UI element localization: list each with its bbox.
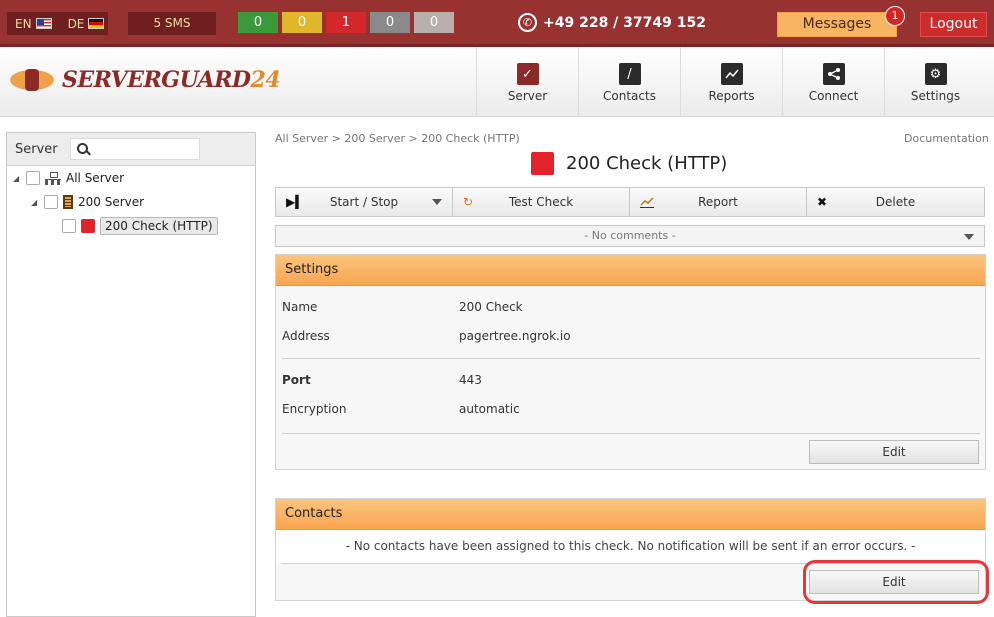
checkbox[interactable] xyxy=(44,195,58,209)
port-value: 443 xyxy=(459,373,482,387)
status-counter-warning[interactable]: 0 xyxy=(282,12,322,33)
contacts-empty-message: - No contacts have been assigned to this… xyxy=(345,539,916,553)
chevron-down-icon[interactable] xyxy=(432,199,442,205)
nav-settings-label: Settings xyxy=(910,89,961,103)
test-check-button[interactable]: ↻ Test Check xyxy=(453,188,630,216)
app-header: SERVERGUARD24 ✓ Server / Contacts Report… xyxy=(0,47,994,117)
documentation-link[interactable]: Documentation xyxy=(904,132,989,145)
breadcrumb[interactable]: All Server > 200 Server > 200 Check (HTT… xyxy=(275,132,520,145)
gear-icon: ⚙ xyxy=(924,63,947,85)
comments-dropdown[interactable]: - No comments - xyxy=(275,225,985,247)
comments-text: - No comments - xyxy=(584,229,676,242)
top-bar: EN DE 5 SMS 0 0 1 0 0 ✆ +49 228 / 37749 … xyxy=(0,0,994,47)
chevron-down-icon[interactable] xyxy=(964,234,974,240)
server-tree-panel: Server ◢ All Server ◢ 200 Server 200 Che… xyxy=(6,132,256,617)
delete-button[interactable]: ✖ Delete xyxy=(807,188,984,216)
contacts-note-area: - No contacts have been assigned to this… xyxy=(276,530,985,563)
tree-node-label: All Server xyxy=(66,171,125,185)
delete-x-icon: ✖ xyxy=(817,195,828,209)
report-button[interactable]: Report xyxy=(630,188,807,216)
server-search-input[interactable] xyxy=(69,138,200,160)
play-pause-icon: ▶▍ xyxy=(286,195,305,209)
nav-reports[interactable]: Reports xyxy=(680,47,782,116)
delete-label: Delete xyxy=(875,195,916,209)
server-tree-header: Server xyxy=(7,133,255,166)
logo-text: SERVERGUARD24 xyxy=(62,67,281,93)
us-flag-icon xyxy=(35,18,52,29)
language-switcher: EN DE xyxy=(7,12,108,35)
de-flag-icon xyxy=(88,18,105,29)
contacts-heading: Contacts xyxy=(276,499,985,530)
checkbox[interactable] xyxy=(62,219,76,233)
nav-server-label: Server xyxy=(507,89,548,103)
collapse-arrow-icon[interactable]: ◢ xyxy=(31,198,39,207)
nav-contacts-label: Contacts xyxy=(603,89,656,103)
lang-de-label: DE xyxy=(67,16,85,31)
settings-panel: Settings Name 200 Check Address pagertre… xyxy=(275,254,986,470)
settings-edit-button[interactable]: Edit xyxy=(809,440,979,464)
name-value: 200 Check xyxy=(459,300,523,314)
lang-en-button[interactable]: EN xyxy=(7,12,60,35)
messages-badge: 1 xyxy=(885,6,905,26)
server-tree-title: Server xyxy=(15,141,58,157)
name-label: Name xyxy=(282,300,318,314)
address-value: pagertree.ngrok.io xyxy=(459,329,571,343)
encryption-label: Encryption xyxy=(282,402,347,416)
page-title: 200 Check (HTTP) xyxy=(531,152,727,175)
logout-button[interactable]: Logout xyxy=(920,12,987,37)
nav-server[interactable]: ✓ Server xyxy=(476,47,578,116)
settings-heading: Settings xyxy=(276,255,985,286)
serverguard-logo[interactable]: SERVERGUARD24 xyxy=(10,67,281,93)
checkbox[interactable] xyxy=(26,171,40,185)
phone-handset-icon: / xyxy=(618,63,641,85)
collapse-arrow-icon[interactable]: ◢ xyxy=(13,174,21,183)
status-error-icon xyxy=(81,219,95,233)
tree-node-label[interactable]: 200 Check (HTTP) xyxy=(100,217,218,235)
status-counter-unknown[interactable]: 0 xyxy=(414,12,454,33)
tree-node-200-check[interactable]: 200 Check (HTTP) xyxy=(62,217,218,235)
nav-reports-label: Reports xyxy=(708,89,755,103)
sms-counter[interactable]: 5 SMS xyxy=(128,12,216,35)
report-label: Report xyxy=(698,195,738,209)
refresh-icon: ↻ xyxy=(463,195,474,209)
phone-icon: ✆ xyxy=(518,13,537,32)
start-stop-button[interactable]: ▶▍ Start / Stop xyxy=(276,188,453,216)
address-label: Address xyxy=(282,329,330,343)
support-phone-number: +49 228 / 37749 152 xyxy=(543,14,706,31)
lang-en-label: EN xyxy=(15,16,32,31)
server-icon xyxy=(63,195,73,209)
line-chart-icon xyxy=(720,63,743,85)
tree-node-all-server[interactable]: ◢ All Server xyxy=(13,171,124,185)
messages-button[interactable]: Messages xyxy=(777,12,897,37)
check-toolbar: ▶▍ Start / Stop ↻ Test Check Report ✖ De… xyxy=(275,187,985,217)
encryption-value: automatic xyxy=(459,402,520,416)
status-counter-error[interactable]: 1 xyxy=(326,12,366,33)
status-error-icon xyxy=(531,152,554,175)
lang-de-button[interactable]: DE xyxy=(60,12,113,35)
port-label: Port xyxy=(282,373,311,387)
status-counter-ok[interactable]: 0 xyxy=(238,12,278,33)
nav-settings[interactable]: ⚙ Settings xyxy=(884,47,986,116)
nav-connect-label: Connect xyxy=(808,89,859,103)
network-icon xyxy=(45,172,61,185)
share-icon xyxy=(822,63,845,85)
checkmark-icon: ✓ xyxy=(516,63,539,85)
status-counter-paused[interactable]: 0 xyxy=(370,12,410,33)
support-phone: ✆ +49 228 / 37749 152 xyxy=(518,13,706,32)
logo-eye-icon xyxy=(10,68,54,92)
tree-node-label: 200 Server xyxy=(78,195,145,209)
nav-contacts[interactable]: / Contacts xyxy=(578,47,680,116)
tree-node-200-server[interactable]: ◢ 200 Server xyxy=(31,195,144,209)
nav-connect[interactable]: Connect xyxy=(782,47,884,116)
test-check-label: Test Check xyxy=(508,195,574,209)
highlight-annotation xyxy=(803,560,989,604)
chart-icon xyxy=(640,196,654,209)
divider xyxy=(282,358,980,359)
divider xyxy=(282,433,980,434)
page-title-text: 200 Check (HTTP) xyxy=(566,153,728,174)
